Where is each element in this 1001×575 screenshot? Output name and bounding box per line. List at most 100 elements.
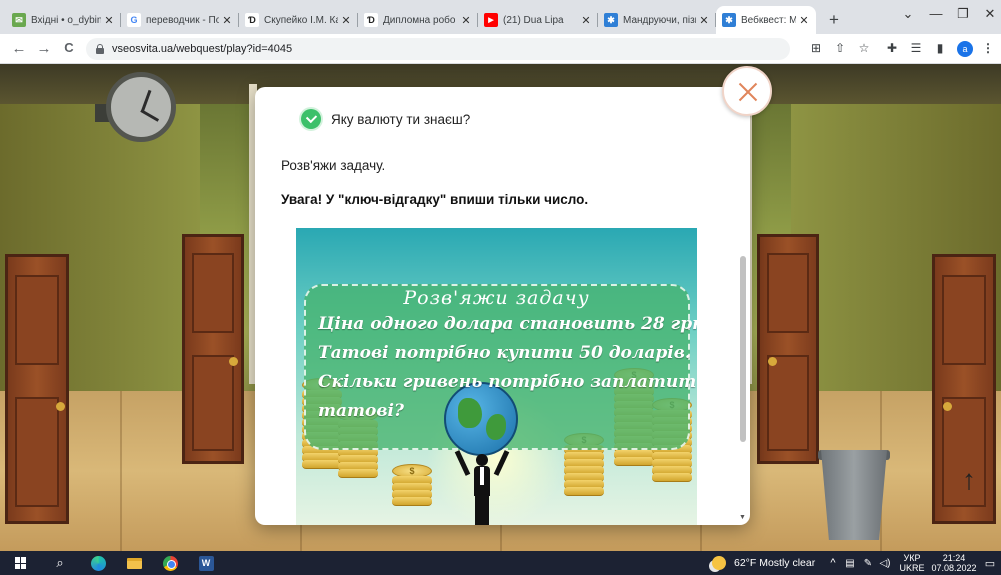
bookmark-star-icon[interactable]: ☆	[856, 41, 872, 55]
url-text: vseosvita.ua/webquest/play?id=4045	[112, 43, 293, 55]
vseosvita-icon: ✱	[604, 13, 618, 27]
vseosvita-icon: ✱	[722, 13, 736, 27]
tab-title: (21) Dua Lipa	[503, 14, 564, 26]
taskbar-word[interactable]: W	[194, 551, 218, 575]
clock-date: 07.08.2022	[931, 563, 977, 573]
task-illustration: $ $ $ $ $ $	[296, 228, 697, 525]
check-circle-icon	[301, 109, 321, 129]
tab-title: Скупейко І.М. Ка	[264, 14, 338, 26]
reading-list-icon[interactable]: ☰	[908, 41, 924, 55]
google-icon: G	[127, 13, 141, 27]
share-icon[interactable]: ⇧	[832, 41, 848, 55]
browser-tab[interactable]: ✱ Мандруючи, пізн ✕	[598, 6, 716, 34]
scroll-down-icon[interactable]: ▼	[739, 514, 746, 521]
language-indicator[interactable]: УКР UKRE	[896, 551, 928, 575]
side-panel-icon[interactable]: ▮	[932, 41, 948, 55]
edge-icon	[90, 555, 106, 571]
close-tab-icon[interactable]: ✕	[580, 14, 592, 27]
extensions-icon[interactable]: ✚	[884, 41, 900, 55]
taskbar-edge[interactable]	[86, 551, 110, 575]
forward-button[interactable]: →	[35, 40, 53, 57]
left-door[interactable]	[5, 254, 69, 524]
word-icon: W	[198, 555, 214, 571]
question-modal: Яку валюту ти знаєш? Розв'яжи задачу. Ув…	[255, 87, 750, 525]
browser-tab[interactable]: Ɗ Скупейко І.М. Ка ✕	[239, 6, 358, 34]
coin-stack-icon: $	[392, 464, 432, 506]
image-line: татові?	[318, 401, 404, 421]
businessman-icon	[454, 450, 510, 525]
pen-icon[interactable]: ✎	[860, 551, 876, 575]
document-icon: Ɗ	[245, 13, 259, 27]
image-line: Скільки гривень потрібно заплатити	[318, 372, 697, 392]
reload-button[interactable]: C	[60, 40, 78, 55]
weather-text: 62°F Mostly clear	[734, 557, 816, 569]
close-tab-icon[interactable]: ✕	[460, 14, 472, 27]
system-clock[interactable]: 21:24 07.08.2022	[930, 551, 978, 575]
image-line: Ціна одного долара становить 28 грн.	[318, 314, 697, 334]
new-tab-button[interactable]: +	[824, 10, 844, 30]
restore-button[interactable]: ❐	[953, 6, 973, 22]
browser-toolbar: ← → C vseosvita.ua/webquest/play?id=4045…	[0, 34, 1001, 64]
close-tab-icon[interactable]: ✕	[798, 14, 810, 27]
close-tab-icon[interactable]: ✕	[698, 14, 710, 27]
notifications-icon[interactable]: ▭	[982, 551, 998, 575]
tab-strip: ✉ Вхідні • o_dybini ✕ G переводчик - По …	[0, 0, 1001, 34]
scroll-thumb[interactable]	[740, 256, 746, 442]
clock-time: 21:24	[942, 553, 966, 563]
close-tab-icon[interactable]: ✕	[103, 14, 115, 27]
weather-widget[interactable]: 62°F Mostly clear	[712, 551, 822, 575]
tray-expand-icon[interactable]: ^	[826, 551, 840, 575]
browser-tab[interactable]: ▶ (21) Dua Lipa ✕	[478, 6, 598, 34]
scroll-up-arrow-icon[interactable]: ↑	[962, 464, 976, 496]
inner-left-door[interactable]	[182, 234, 244, 464]
close-window-button[interactable]: ✕	[980, 6, 1000, 22]
globe-icon	[444, 382, 518, 456]
document-icon: Ɗ	[364, 13, 378, 27]
tab-search-icon[interactable]: ⌄	[898, 6, 918, 22]
chrome-icon	[162, 555, 178, 571]
back-button[interactable]: ←	[10, 40, 28, 57]
wall-clock-icon[interactable]	[106, 72, 176, 142]
windows-icon	[15, 557, 27, 569]
search-icon[interactable]: ⌕	[48, 551, 72, 575]
start-button[interactable]	[8, 551, 34, 575]
tab-title: Мандруючи, пізн	[623, 14, 696, 26]
windows-taskbar: ⌕ W 62°F Mostly clear ^ ▤ ✎ ◁) УКР UKRE …	[0, 551, 1001, 575]
browser-tab[interactable]: ✉ Вхідні • o_dybini ✕	[6, 6, 121, 34]
task-text: Розв'яжи задачу.	[281, 158, 386, 173]
warning-text: Увага! У "ключ-відгадку" впиши тільки чи…	[281, 192, 589, 207]
network-icon[interactable]: ▤	[842, 551, 858, 575]
close-tab-icon[interactable]: ✕	[340, 14, 352, 27]
gmail-icon: ✉	[12, 13, 26, 27]
language-sub-text: UKRE	[899, 563, 925, 573]
modal-scrollbar[interactable]: ▼	[738, 91, 748, 521]
inner-right-door[interactable]	[757, 234, 819, 464]
translate-icon[interactable]: ⊞	[808, 41, 824, 55]
profile-avatar[interactable]: a	[957, 41, 973, 57]
question-title: Яку валюту ти знаєш?	[331, 111, 471, 127]
browser-tab[interactable]: G переводчик - По ✕	[121, 6, 239, 34]
language-text: УКР	[903, 553, 921, 563]
youtube-icon: ▶	[484, 13, 498, 27]
minimize-button[interactable]: —	[926, 6, 946, 21]
weather-moon-icon	[712, 556, 726, 570]
browser-tab-active[interactable]: ✱ Вебквест: Манд ✕	[716, 6, 816, 34]
volume-icon[interactable]: ◁)	[877, 551, 893, 575]
taskbar-chrome[interactable]	[158, 551, 182, 575]
tab-title: Вебквест: Манд	[741, 14, 796, 26]
question-header: Яку валюту ти знаєш?	[301, 109, 470, 129]
image-heading: Розв'яжи задачу	[403, 287, 590, 309]
tab-title: Дипломна робо	[383, 14, 456, 26]
image-line: Татові потрібно купити 50 доларів.	[318, 343, 691, 363]
close-tab-icon[interactable]: ✕	[221, 14, 233, 27]
folder-icon	[126, 557, 142, 569]
trash-bin-icon[interactable]	[821, 450, 887, 540]
menu-kebab-icon[interactable]: ⋮	[980, 41, 996, 55]
browser-tab[interactable]: Ɗ Дипломна робо ✕	[358, 6, 478, 34]
address-bar[interactable]: vseosvita.ua/webquest/play?id=4045	[86, 38, 790, 60]
taskbar-explorer[interactable]	[122, 551, 146, 575]
close-modal-button[interactable]	[722, 66, 772, 116]
tab-title: Вхідні • o_dybini	[31, 14, 101, 26]
tab-title: переводчик - По	[146, 14, 219, 26]
lock-icon[interactable]	[96, 44, 104, 54]
